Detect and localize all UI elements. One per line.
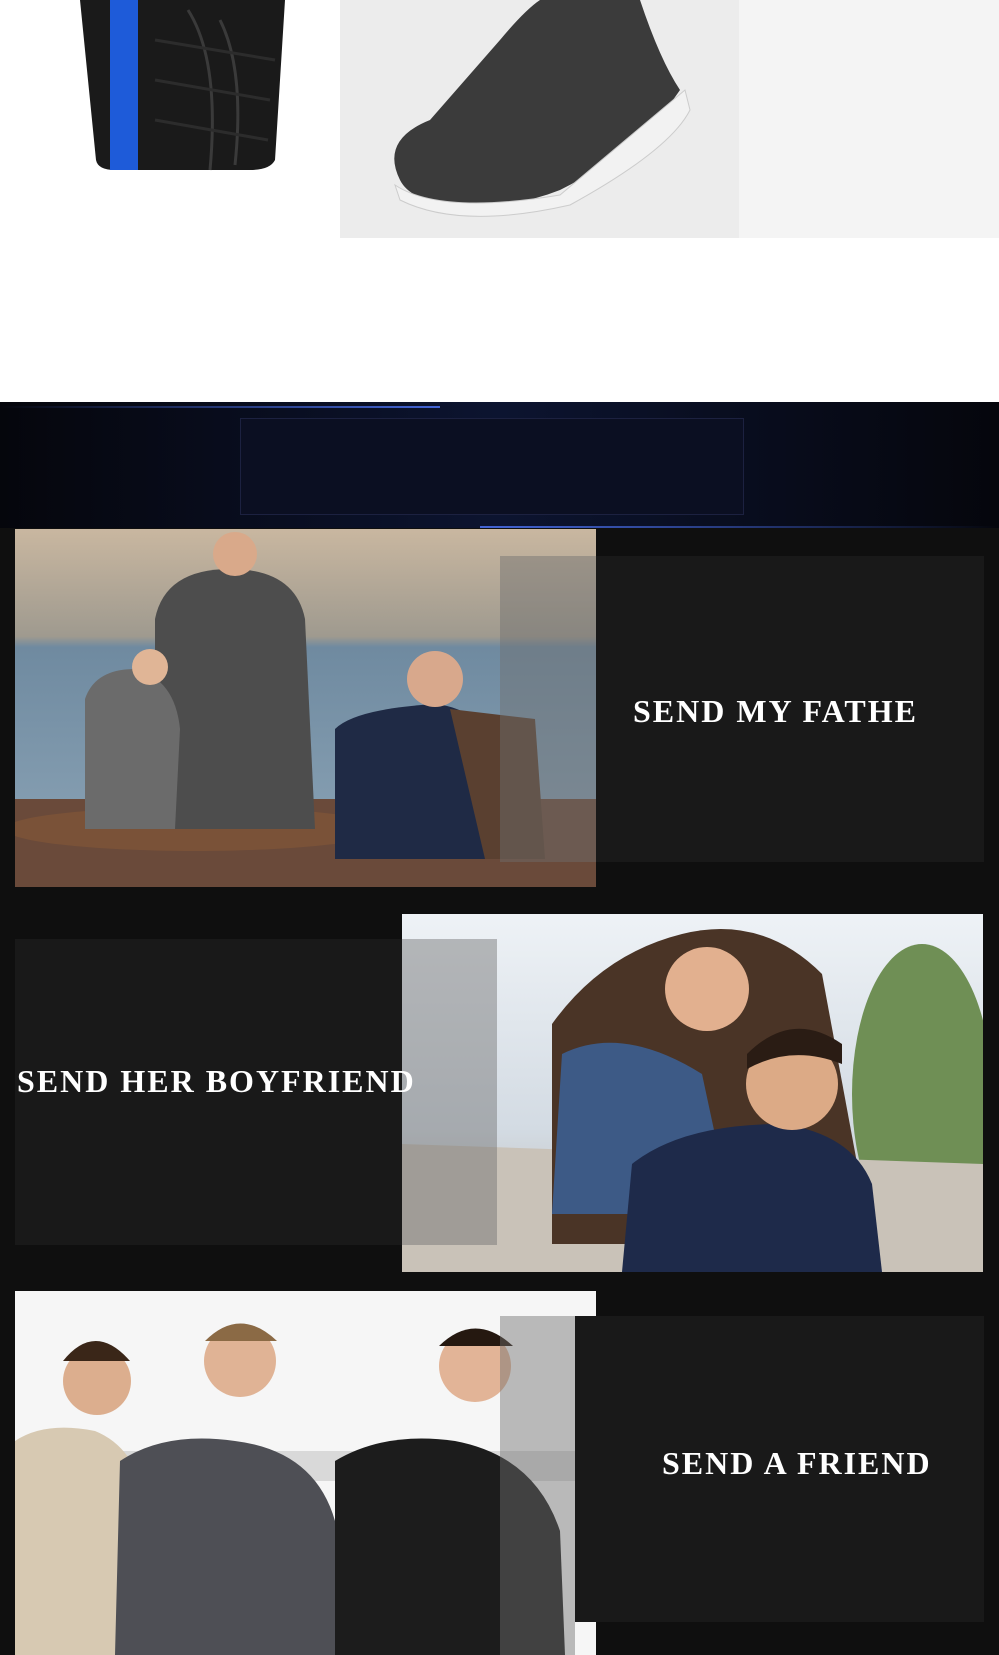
father-caption: SEND MY FATHE xyxy=(633,693,918,729)
shoe-and-pants-image xyxy=(394,0,940,219)
boyfriend-overlay xyxy=(402,939,497,1245)
friend-overlay xyxy=(500,1316,575,1655)
banner-glow-line xyxy=(480,526,999,528)
apparel-image xyxy=(340,0,999,238)
boyfriend-caption: SEND HER BOYFRIEND xyxy=(17,1063,416,1099)
father-overlay xyxy=(500,556,596,862)
friend-caption: SEND A FRIEND xyxy=(662,1445,932,1481)
banner-title-box xyxy=(240,418,744,515)
banner-glow-line xyxy=(0,406,440,408)
watch-image xyxy=(80,0,285,171)
